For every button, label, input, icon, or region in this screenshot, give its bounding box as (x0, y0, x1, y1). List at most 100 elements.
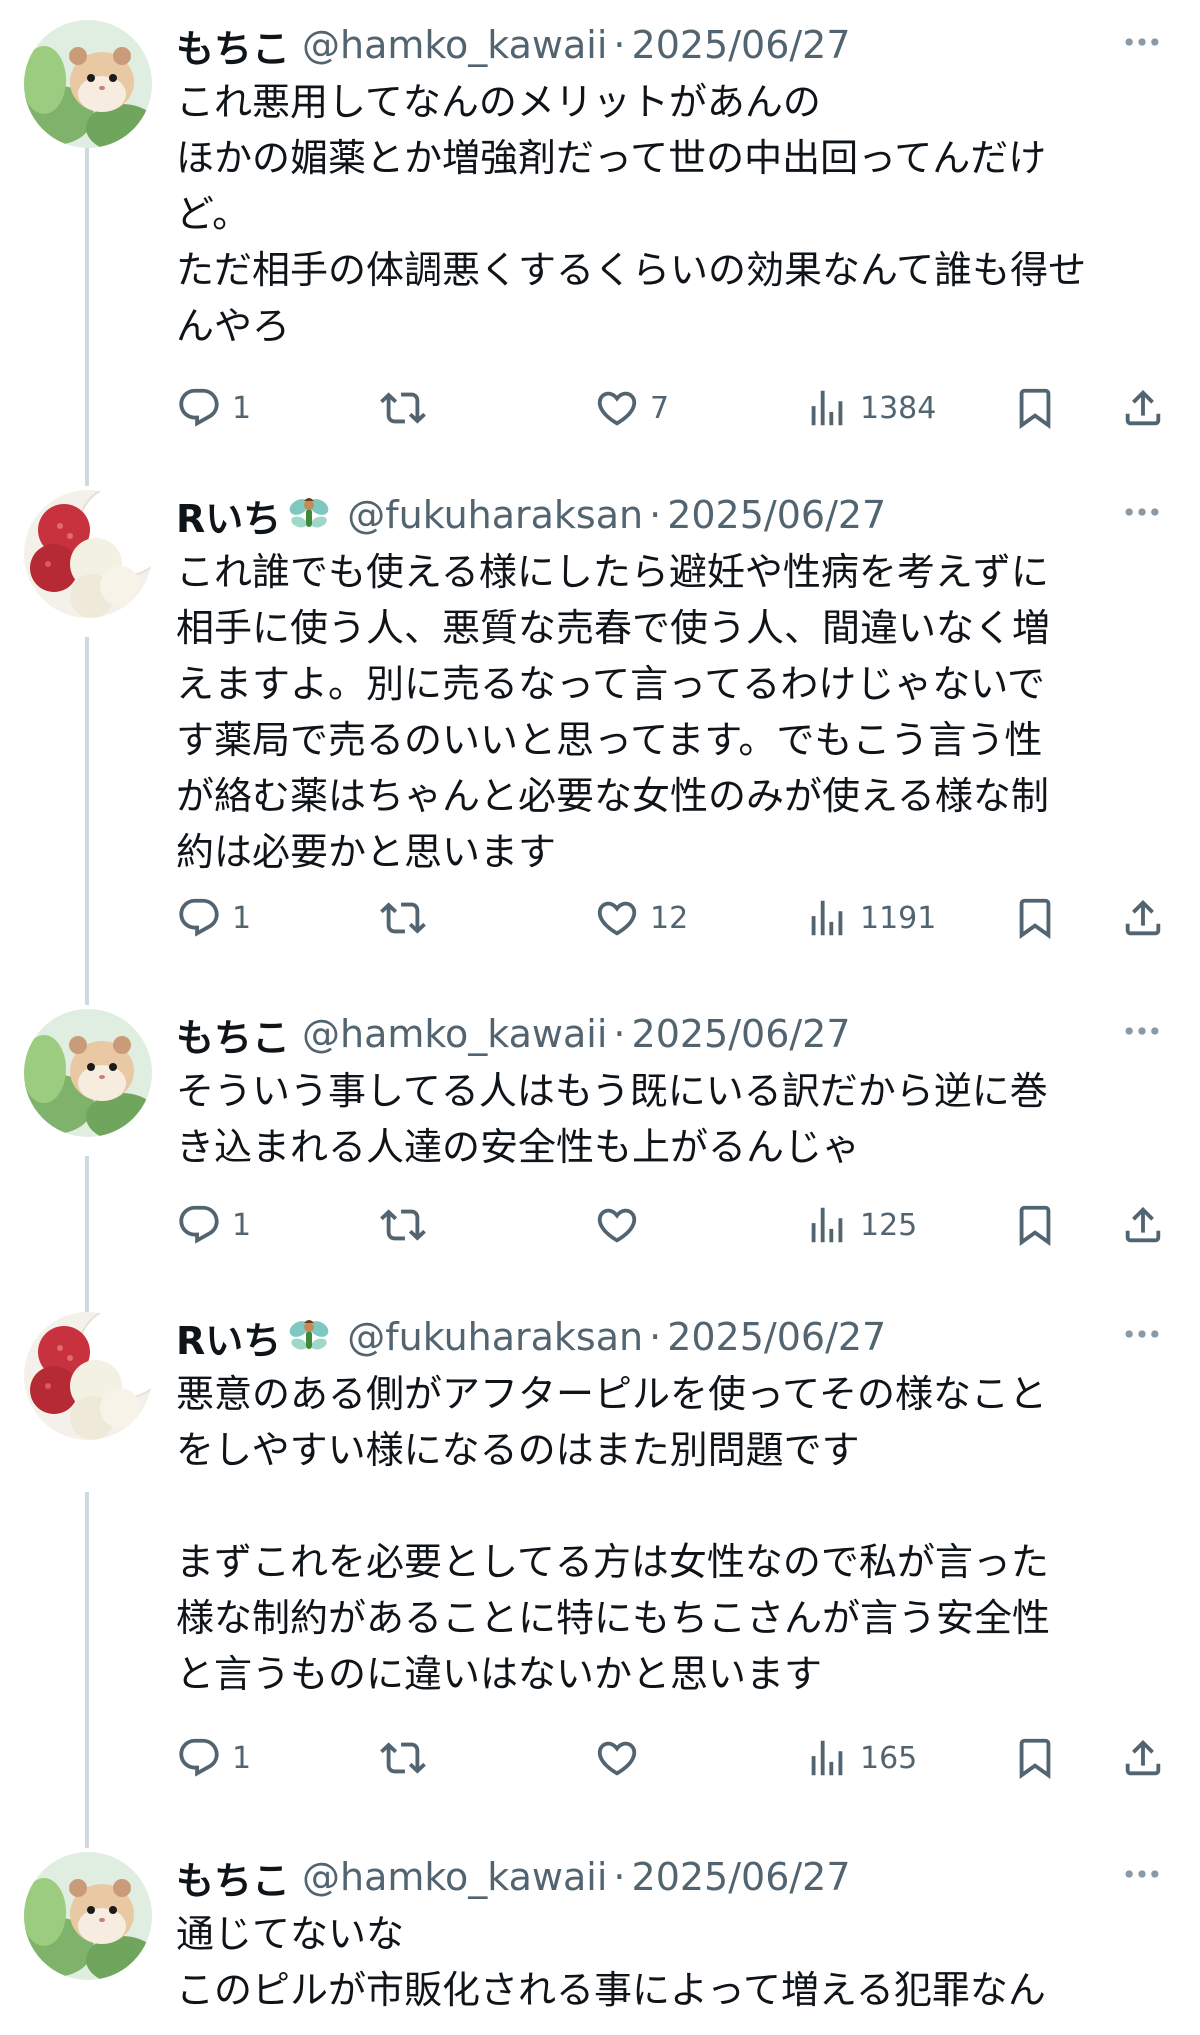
retweet-icon (380, 1735, 426, 1781)
retweet-icon (380, 1202, 426, 1248)
author-handle[interactable]: @hamko_kawaii (302, 23, 607, 67)
hamster-avatar-icon (24, 1852, 152, 1980)
author-handle[interactable]: @hamko_kawaii (302, 1855, 607, 1899)
retweet-button[interactable] (380, 888, 436, 948)
separator: · (613, 23, 626, 67)
retweet-button[interactable] (380, 1728, 436, 1788)
retweet-button[interactable] (380, 378, 436, 438)
author-name[interactable]: もちこ (176, 1850, 290, 1905)
more-options-button[interactable] (1120, 490, 1164, 534)
reply-button[interactable]: 1 (176, 378, 251, 438)
post-date[interactable]: 2025/06/27 (632, 1855, 851, 1899)
bookmark-button[interactable] (1012, 888, 1058, 948)
hamster-avatar-icon (24, 20, 152, 148)
lychee-avatar-icon (24, 490, 152, 618)
reply-button[interactable]: 1 (176, 888, 251, 948)
view-count: 1191 (860, 900, 937, 936)
reply-button[interactable]: 1 (176, 1195, 251, 1255)
like-button[interactable]: 7 (594, 378, 669, 438)
share-button[interactable] (1120, 1195, 1166, 1255)
thread-line (85, 1492, 89, 1848)
more-icon (1120, 1009, 1164, 1053)
fairy-emoji-icon (287, 1317, 331, 1357)
like-count: 12 (650, 900, 689, 936)
avatar[interactable] (24, 1312, 152, 1440)
separator: · (649, 1315, 662, 1359)
more-options-button[interactable] (1120, 20, 1164, 64)
more-icon (1120, 1312, 1164, 1356)
reply-count: 1 (232, 1740, 252, 1776)
reply-text: そういう事してる人はもう既にいる訳だから逆に巻 き込まれる人達の安全性も上がるん… (176, 1069, 1048, 1169)
like-button[interactable]: 12 (594, 888, 688, 948)
reply-icon (176, 1202, 222, 1248)
share-button[interactable] (1120, 888, 1166, 948)
hamster-avatar-icon (24, 1009, 152, 1137)
author-handle[interactable]: @fukuharaksan (347, 493, 643, 537)
views-button[interactable]: 1384 (804, 378, 936, 438)
author-name[interactable]: Rいち (176, 488, 281, 543)
separator: · (613, 1012, 626, 1056)
avatar[interactable] (24, 1009, 152, 1137)
like-count: 7 (650, 390, 670, 426)
more-options-button[interactable] (1120, 1312, 1164, 1356)
author-handle[interactable]: @fukuharaksan (347, 1315, 643, 1359)
views-button[interactable]: 1191 (804, 888, 936, 948)
reply-text: これ誰でも使える様にしたら避妊や性病を考えずに 相手に使う人、悪質な売春で使う人… (176, 550, 1051, 874)
bar-chart-icon (804, 895, 850, 941)
thread-line (85, 637, 89, 1005)
avatar[interactable] (24, 490, 152, 618)
like-button[interactable] (594, 1195, 650, 1255)
bookmark-icon (1012, 1735, 1058, 1781)
author-name[interactable]: もちこ (176, 18, 290, 73)
share-button[interactable] (1120, 1728, 1166, 1788)
more-icon (1120, 20, 1164, 64)
bookmark-icon (1012, 895, 1058, 941)
thread-line (85, 148, 89, 486)
post-date[interactable]: 2025/06/27 (667, 1315, 886, 1359)
lychee-avatar-icon (24, 1312, 152, 1440)
fairy-emoji-icon (287, 495, 331, 535)
reply-icon (176, 385, 222, 431)
avatar[interactable] (24, 20, 152, 148)
retweet-button[interactable] (380, 1195, 436, 1255)
bookmark-button[interactable] (1012, 1728, 1058, 1788)
separator: · (613, 1855, 626, 1899)
more-options-button[interactable] (1120, 1852, 1164, 1896)
post-date[interactable]: 2025/06/27 (632, 23, 851, 67)
view-count: 1384 (860, 390, 937, 426)
author-handle[interactable]: @hamko_kawaii (302, 1012, 607, 1056)
reply-icon (176, 1735, 222, 1781)
more-options-button[interactable] (1120, 1009, 1164, 1053)
post-date[interactable]: 2025/06/27 (667, 493, 886, 537)
views-button[interactable]: 125 (804, 1195, 917, 1255)
share-icon (1120, 1202, 1166, 1248)
reply-text: これ悪用してなんのメリットがあんの ほかの媚薬とか増強剤だって世の中出回ってんだ… (176, 80, 1087, 348)
bookmark-button[interactable] (1012, 378, 1058, 438)
action-bar: 1 7 1384 (176, 378, 1166, 438)
action-bar: 1 12 1191 (176, 888, 1166, 948)
share-button[interactable] (1120, 378, 1166, 438)
bookmark-icon (1012, 385, 1058, 431)
bar-chart-icon (804, 1202, 850, 1248)
more-icon (1120, 490, 1164, 534)
avatar[interactable] (24, 1852, 152, 1980)
action-bar: 1 125 (176, 1195, 1166, 1255)
separator: · (649, 493, 662, 537)
reply-text: 通じてないな このピルが市販化される事によって増える犯罪なん (176, 1912, 1046, 2012)
reply-text: 悪意のある側がアフターピルを使ってその様なこと をしやすい様になるのはまた別問題… (176, 1372, 1051, 1696)
reply-button[interactable]: 1 (176, 1728, 251, 1788)
author-name[interactable]: Rいち (176, 1310, 281, 1365)
post-date[interactable]: 2025/06/27 (632, 1012, 851, 1056)
share-icon (1120, 1735, 1166, 1781)
heart-icon (594, 1202, 640, 1248)
heart-icon (594, 1735, 640, 1781)
retweet-icon (380, 385, 426, 431)
bookmark-button[interactable] (1012, 1195, 1058, 1255)
reply-count: 1 (232, 1207, 252, 1243)
views-button[interactable]: 165 (804, 1728, 917, 1788)
more-icon (1120, 1852, 1164, 1896)
bookmark-icon (1012, 1202, 1058, 1248)
reply-count: 1 (232, 900, 252, 936)
author-name[interactable]: もちこ (176, 1007, 290, 1062)
like-button[interactable] (594, 1728, 650, 1788)
